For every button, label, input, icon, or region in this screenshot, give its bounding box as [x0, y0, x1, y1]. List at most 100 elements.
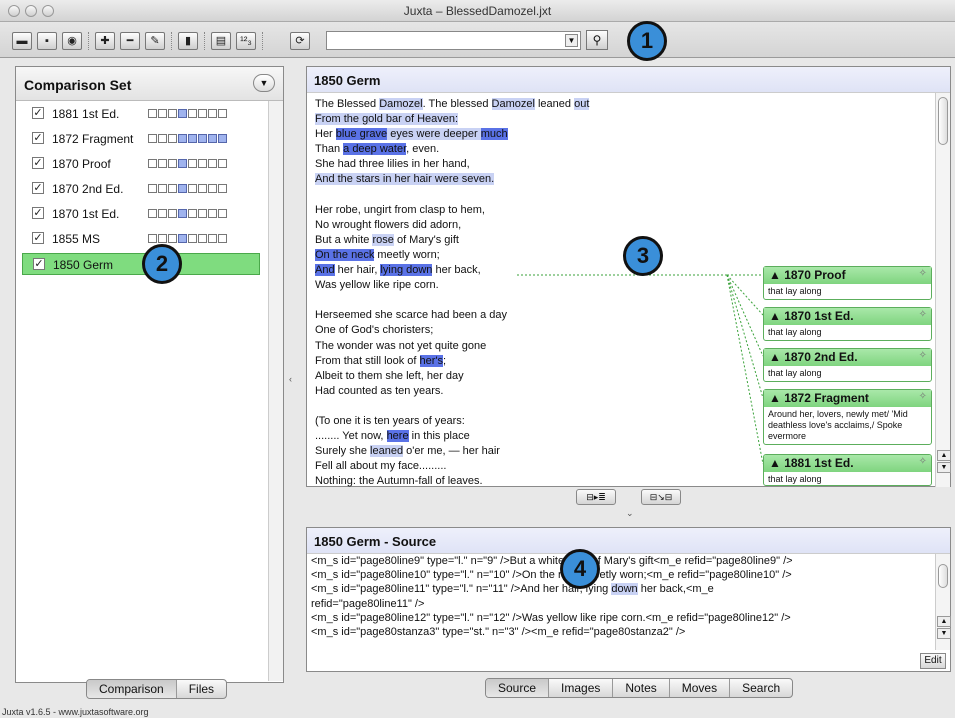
tab-search[interactable]: Search	[730, 679, 792, 697]
change-index-box	[178, 159, 187, 168]
edit-button[interactable]: Edit	[920, 653, 946, 669]
witness-row[interactable]: ✓ 1870 Proof	[22, 153, 260, 175]
witness-row[interactable]: ✓ 1855 MS	[22, 228, 260, 250]
change-index-box	[168, 134, 177, 143]
change-index-box	[198, 109, 207, 118]
zoom-window-icon[interactable]	[42, 5, 54, 17]
change-index-box	[168, 159, 177, 168]
change-index-box	[158, 134, 167, 143]
witness-label: 1870 1st Ed.	[52, 207, 120, 221]
export-icon[interactable]: ◉	[62, 32, 82, 50]
witness-row[interactable]: ✓ 1850 Germ	[22, 253, 260, 275]
difference-note-1881-1st-ed[interactable]: ▲ 1881 1st Ed. ✧ that lay along	[763, 454, 932, 486]
tab-notes[interactable]: Notes	[613, 679, 670, 697]
search-icon[interactable]: ⚲	[586, 30, 608, 50]
note-header: ▲ 1872 Fragment ✧	[764, 390, 931, 407]
witness-row[interactable]: ✓ 1870 1st Ed.	[22, 203, 260, 225]
scroll-down-icon[interactable]: ▼	[937, 628, 951, 639]
note-body: that lay along	[768, 327, 822, 337]
difference-note-1870-proof[interactable]: ▲ 1870 Proof ✧ that lay along	[763, 266, 932, 300]
open-icon[interactable]: ▬	[12, 32, 32, 50]
witness-row[interactable]: ✓ 1881 1st Ed.	[22, 103, 260, 125]
tab-images[interactable]: Images	[549, 679, 614, 697]
chart-icon[interactable]: ▮	[178, 32, 198, 50]
change-index-box	[178, 184, 187, 193]
collation-view-icon[interactable]: ⊟↘⊟	[641, 489, 681, 505]
difference-note-1870-2nd-ed[interactable]: ▲ 1870 2nd Ed. ✧ that lay along	[763, 348, 932, 382]
change-index-box	[218, 109, 227, 118]
change-index-box	[178, 209, 187, 218]
change-index-box	[148, 234, 157, 243]
table-icon[interactable]: ▤	[211, 32, 231, 50]
scroll-up-icon[interactable]: ▲	[937, 616, 951, 627]
change-index-box	[168, 109, 177, 118]
witness-checkbox[interactable]: ✓	[32, 132, 44, 144]
pin-icon[interactable]: ✧	[919, 309, 927, 320]
note-header: ▲ 1870 Proof ✧	[764, 267, 931, 284]
witness-label: 1870 2nd Ed.	[52, 182, 124, 196]
change-index-box	[188, 159, 197, 168]
witness-checkbox[interactable]: ✓	[32, 207, 44, 219]
change-index-box	[188, 134, 197, 143]
connector-line	[726, 274, 764, 357]
witness-label: 1872 Fragment	[52, 132, 134, 146]
document-scrollbar[interactable]	[935, 93, 950, 487]
add-icon[interactable]: ✚	[95, 32, 115, 50]
pin-icon[interactable]: ✧	[919, 456, 927, 467]
save-icon[interactable]: ▪	[37, 32, 57, 50]
side-by-side-view-icon[interactable]: ⊟▸≣	[576, 489, 616, 505]
change-index-box	[148, 109, 157, 118]
source-line: <m_s id="page80line11" type="l." n="11" …	[311, 582, 929, 596]
tab-comparison[interactable]: Comparison	[87, 680, 177, 698]
minimize-window-icon[interactable]	[25, 5, 37, 17]
difference-note-1872-fragment[interactable]: ▲ 1872 Fragment ✧ Around her, lovers, new…	[763, 389, 932, 445]
witness-checkbox[interactable]: ✓	[32, 157, 44, 169]
witness-list-scrollbar[interactable]	[268, 101, 283, 681]
witness-checkbox[interactable]: ✓	[32, 232, 44, 244]
witness-row[interactable]: ✓ 1872 Fragment	[22, 128, 260, 150]
refresh-icon[interactable]: ⟳	[290, 32, 310, 50]
chevron-down-icon[interactable]: ▼	[253, 74, 275, 92]
tab-source[interactable]: Source	[486, 679, 550, 697]
change-index-box	[178, 234, 187, 243]
scroll-down-icon[interactable]: ▼	[937, 462, 951, 473]
scroll-up-icon[interactable]: ▲	[937, 450, 951, 461]
witness-checkbox[interactable]: ✓	[32, 107, 44, 119]
scrollbar-thumb[interactable]	[938, 97, 948, 145]
connector-line	[726, 274, 764, 399]
pin-icon[interactable]: ✧	[919, 268, 927, 279]
pin-icon[interactable]: ✧	[919, 391, 927, 402]
witness-checkbox[interactable]: ✓	[33, 258, 45, 270]
search-input[interactable]: ▼	[326, 31, 581, 50]
close-window-icon[interactable]	[8, 5, 20, 17]
collapse-bottom-arrow-icon[interactable]: ⌄	[626, 508, 634, 519]
change-index-box	[208, 184, 217, 193]
comparison-set-header: Comparison Set ▼	[16, 67, 283, 101]
callout-2: 2	[142, 244, 182, 284]
note-body: Around her, lovers, newly met/ 'Mid deat…	[768, 409, 908, 441]
numbering-icon[interactable]: ¹²₃	[236, 32, 256, 50]
difference-highlight[interactable]: down	[611, 583, 638, 596]
tab-moves[interactable]: Moves	[670, 679, 731, 697]
callout-3: 3	[623, 236, 663, 276]
difference-note-1870-1st-ed[interactable]: ▲ 1870 1st Ed. ✧ that lay along	[763, 307, 932, 341]
change-index-box	[158, 234, 167, 243]
note-title: ▲ 1870 Proof	[769, 268, 846, 282]
change-index-box	[148, 134, 157, 143]
collapse-left-arrow-icon[interactable]: ‹	[289, 374, 292, 384]
witness-row[interactable]: ✓ 1870 2nd Ed.	[22, 178, 260, 200]
pin-icon[interactable]: ✧	[919, 350, 927, 361]
remove-icon[interactable]: ━	[120, 32, 140, 50]
status-text: Juxta v1.6.5 - www.juxtasoftware.org	[2, 707, 149, 717]
witness-checkbox[interactable]: ✓	[32, 182, 44, 194]
change-index-box	[158, 159, 167, 168]
change-index-box	[208, 134, 217, 143]
toolbar-separator	[262, 32, 263, 50]
edit-icon[interactable]: ✎	[145, 32, 165, 50]
change-index-box	[208, 234, 217, 243]
change-index-box	[188, 234, 197, 243]
chevron-down-icon[interactable]: ▼	[565, 34, 578, 47]
note-body: that lay along	[768, 368, 822, 378]
tab-files[interactable]: Files	[177, 680, 226, 698]
scrollbar-thumb[interactable]	[938, 564, 948, 588]
